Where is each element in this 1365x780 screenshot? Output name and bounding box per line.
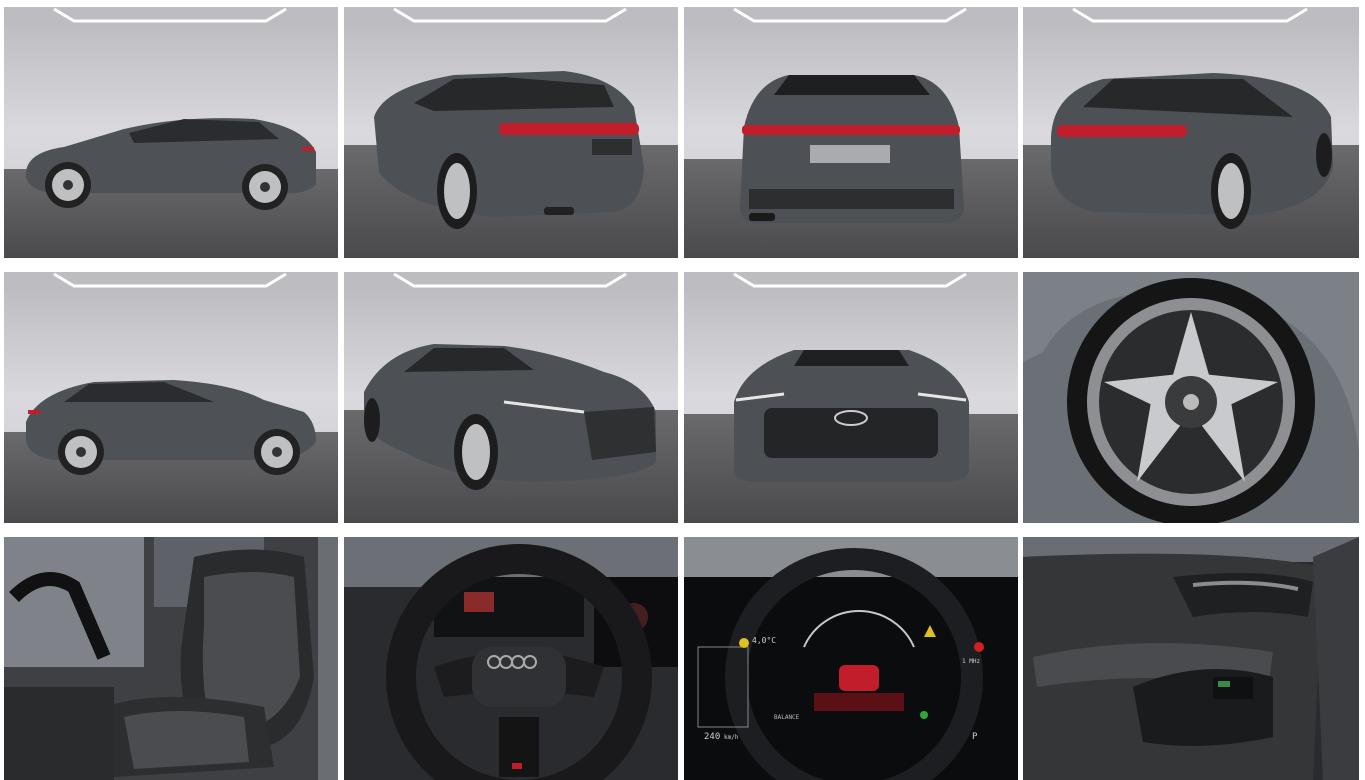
gallery-photo-front[interactable]: [684, 272, 1018, 523]
gallery-photo-wheel[interactable]: [1023, 272, 1359, 523]
car-front-photo-icon: [684, 272, 1018, 523]
gallery-photo-rear-quarter-left[interactable]: [344, 7, 678, 258]
gallery-photo-rear[interactable]: [684, 7, 1018, 258]
door-panel-photo-icon: [1023, 537, 1359, 780]
front-seat-photo-icon: [4, 537, 338, 780]
cluster-gear: P: [972, 732, 978, 742]
gallery-photo-rear-quarter-right[interactable]: [1023, 7, 1359, 258]
car-rear-quarter-right-photo-icon: [1023, 7, 1359, 258]
car-front-quarter-photo-icon: [344, 272, 678, 523]
car-rear-photo-icon: [684, 7, 1018, 258]
cluster-range: 1 MHz: [962, 658, 980, 665]
gallery-photo-seat[interactable]: [4, 537, 338, 780]
cluster-speed-unit: km/h: [724, 734, 739, 741]
gallery-photo-door[interactable]: [1023, 537, 1359, 780]
cluster-mode-label: BALANCE: [774, 714, 800, 721]
instrument-cluster-photo-icon: 4,0°C 240 km/h BALANCE P 1 MHz: [684, 537, 1018, 780]
gallery-photo-cluster[interactable]: 4,0°C 240 km/h BALANCE P 1 MHz: [684, 537, 1018, 780]
car-side-right-photo-icon: [4, 272, 338, 523]
gallery-photo-front-quarter[interactable]: [344, 272, 678, 523]
wheel-rim-photo-icon: [1023, 272, 1359, 523]
cluster-speed-max: 240: [704, 732, 720, 742]
car-side-left-photo-icon: [4, 7, 338, 258]
car-rear-quarter-left-photo-icon: [344, 7, 678, 258]
steering-wheel-photo-icon: [344, 537, 678, 780]
cluster-temperature: 4,0°C: [752, 636, 776, 645]
gallery-photo-side-right[interactable]: [4, 272, 338, 523]
photo-gallery: 4,0°C 240 km/h BALANCE P 1 MHz: [0, 0, 1365, 780]
gallery-photo-steering-wheel[interactable]: [344, 537, 678, 780]
gallery-photo-side-left[interactable]: [4, 7, 338, 258]
